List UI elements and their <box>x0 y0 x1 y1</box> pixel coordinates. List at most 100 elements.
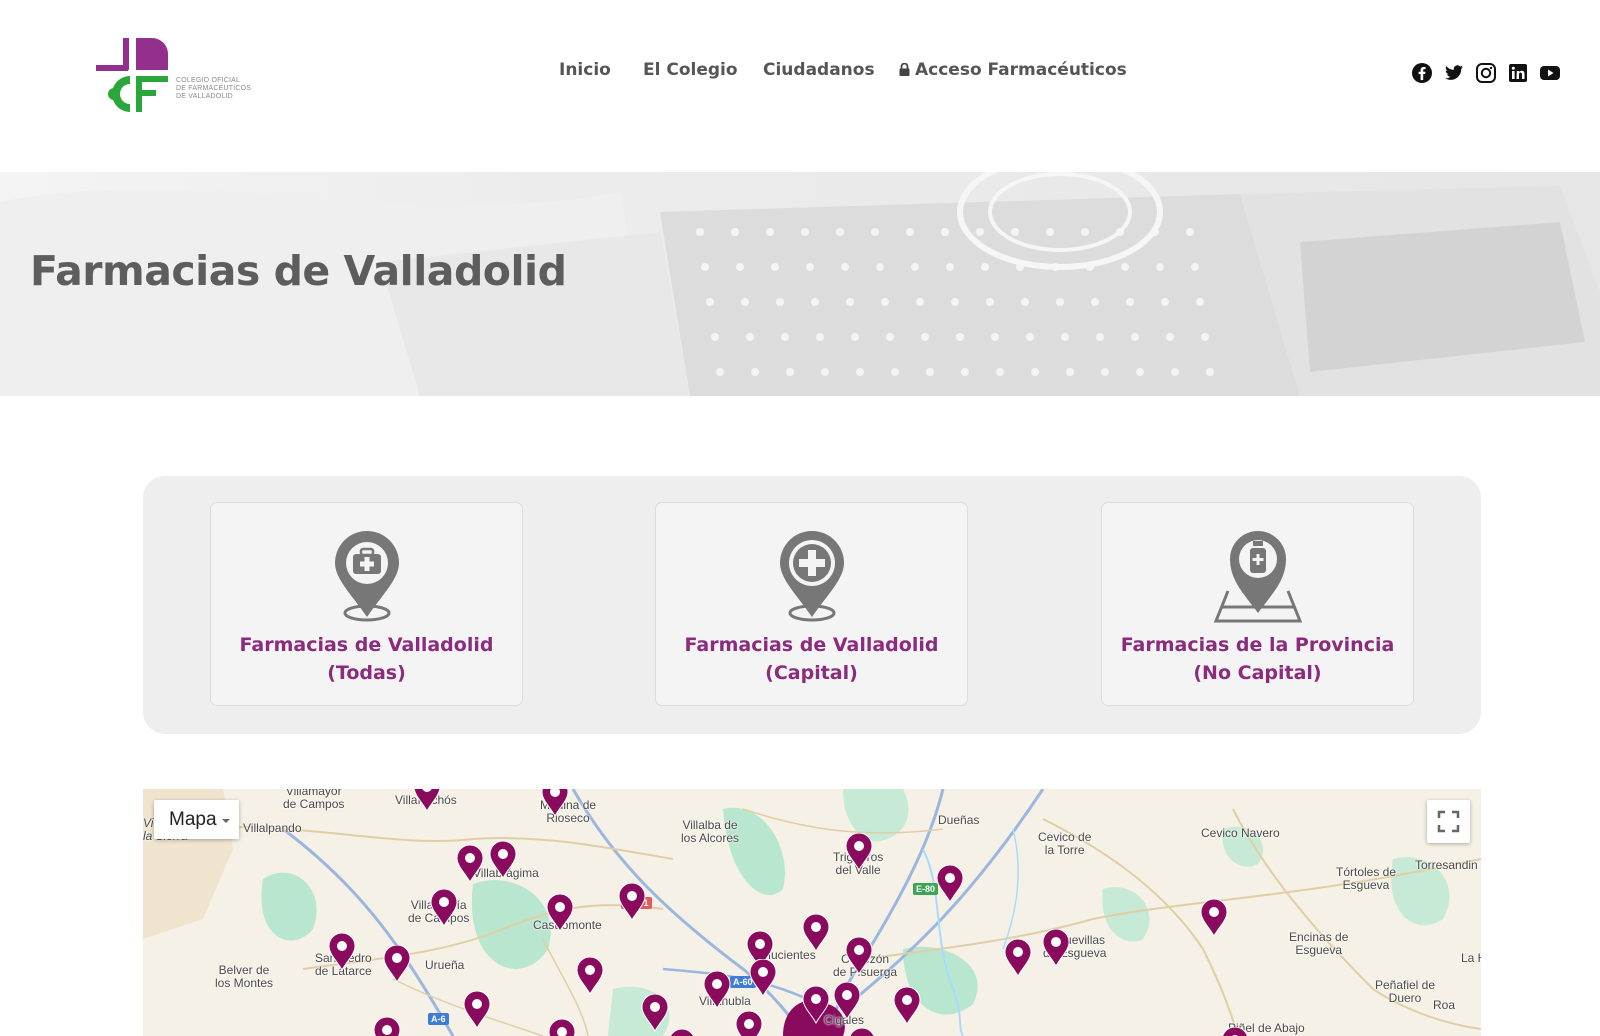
category-card-capital[interactable]: Farmacias de Valladolid (Capital) <box>655 502 968 706</box>
pharmacy-map-pin[interactable] <box>848 1027 876 1036</box>
pharmacy-map-pin[interactable] <box>833 981 861 1021</box>
pharmacy-map-pin[interactable] <box>893 986 921 1026</box>
map-pin-icon <box>833 981 861 1021</box>
pharmacy-map-pin[interactable] <box>641 993 669 1033</box>
pharmacy-map-pin[interactable] <box>328 932 356 972</box>
map-pin-icon <box>618 882 646 922</box>
pharmacy-map-pin[interactable] <box>668 1028 696 1036</box>
map-pin-icon <box>489 840 517 880</box>
pharmacy-map-pin[interactable] <box>735 1010 763 1036</box>
map-place: Dueñas <box>938 813 980 827</box>
nav-inicio[interactable]: Inicio <box>559 60 611 80</box>
map-pin-icon <box>546 893 574 933</box>
youtube-icon[interactable] <box>1539 62 1561 84</box>
map-pin-icon <box>845 832 873 872</box>
pharmacy-map-pin[interactable] <box>936 864 964 904</box>
fullscreen-button[interactable] <box>1427 800 1470 843</box>
pharmacy-map-pin[interactable] <box>618 882 646 922</box>
category-panel: Farmacias de Valladolid (Todas) Farmacia… <box>143 476 1481 734</box>
map-pin-icon <box>541 789 569 818</box>
category-card-todas-line2: (Todas) <box>327 662 406 684</box>
map-pin-icon <box>669 1028 695 1036</box>
map-pin-icon <box>373 1016 401 1036</box>
map-place: Cevico Navero <box>1201 826 1280 840</box>
pharmacy-map-pin[interactable] <box>489 840 517 880</box>
map-pin-icon <box>548 1018 576 1036</box>
map-pin-icon <box>1004 938 1032 978</box>
map-pin-icon <box>735 1010 763 1036</box>
map-place: Tórtoles de Esgueva <box>1336 865 1397 892</box>
category-card-todas[interactable]: Farmacias de Valladolid (Todas) <box>210 502 523 706</box>
map-pin-icon <box>849 1027 875 1036</box>
map-place: Encinas de Esgueva <box>1289 930 1349 957</box>
map-place: Roa <box>1433 998 1456 1012</box>
map-place: Belver de los Montes <box>215 963 274 990</box>
linkedin-icon[interactable] <box>1507 62 1529 84</box>
pharmacy-map-pin[interactable] <box>845 832 873 872</box>
pharmacy-map-pin[interactable] <box>802 913 830 953</box>
medical-cross-pin-icon <box>779 531 844 622</box>
nav-acceso-label: Acceso Farmacéuticos <box>915 60 1127 80</box>
category-card-provincia[interactable]: Farmacias de la Provincia (No Capital) <box>1101 502 1414 706</box>
pharmacy-map-pin[interactable] <box>1221 1026 1249 1036</box>
pharmacy-kit-pin-icon <box>334 531 399 622</box>
instagram-icon[interactable] <box>1475 62 1497 84</box>
twitter-icon[interactable] <box>1443 62 1465 84</box>
pharmacy-map-pin[interactable] <box>456 844 484 884</box>
site-header: COLEGIO OFICIAL DE FARMACÉUTICOS DE VALL… <box>0 0 1600 150</box>
pharmacy-map-pin[interactable] <box>749 958 777 998</box>
pharmacy-map-pin[interactable] <box>541 789 569 818</box>
map-type-label: Mapa <box>169 809 217 830</box>
map-place: Villamayor de Campos <box>283 789 345 811</box>
facebook-icon[interactable] <box>1411 62 1433 84</box>
pharmacy-map-pin[interactable] <box>845 936 873 976</box>
category-card-todas-label: Farmacias de Valladolid (Todas) <box>211 631 522 687</box>
pharmacy-map-pin[interactable] <box>383 944 411 984</box>
map-place: Villalba de los Alcores <box>681 818 740 845</box>
map-pin-icon <box>802 913 830 953</box>
map-pin-icon <box>893 986 921 1026</box>
pharmacy-map-pin[interactable] <box>1042 928 1070 968</box>
pharmacy-map-pin[interactable] <box>430 888 458 928</box>
category-card-capital-line1: Farmacias de Valladolid <box>684 634 939 656</box>
map-pin-icon <box>328 932 356 972</box>
category-card-provincia-line2: (No Capital) <box>1193 662 1322 684</box>
main-nav: Inicio El Colegio Ciudadanos Acceso Farm… <box>0 60 1600 90</box>
pharmacy-map-pin[interactable] <box>576 956 604 996</box>
category-card-provincia-line1: Farmacias de la Provincia <box>1120 634 1395 656</box>
map-pin-icon <box>641 993 669 1033</box>
map-place: Urueña <box>425 958 465 972</box>
pharmacy-map-pin[interactable] <box>463 990 491 1030</box>
pharmacy-map-pin[interactable] <box>1004 938 1032 978</box>
pharmacy-map-pin[interactable] <box>413 789 441 813</box>
pharmacy-map-pin[interactable] <box>802 985 830 1025</box>
map-place: Villalpando <box>243 821 302 835</box>
pharmacy-map-pin[interactable] <box>548 1018 576 1036</box>
map-type-dropdown[interactable]: Mapa <box>154 800 239 839</box>
pharmacy-map-pin[interactable] <box>546 893 574 933</box>
map-pin-icon <box>456 844 484 884</box>
nav-ciudadanos[interactable]: Ciudadanos <box>763 60 875 80</box>
map-pin-icon <box>383 944 411 984</box>
map-pin-icon <box>576 956 604 996</box>
nav-el-colegio[interactable]: El Colegio <box>643 60 738 80</box>
hero-banner: Farmacias de Valladolid <box>0 172 1600 396</box>
map-place: La H <box>1461 951 1481 965</box>
pharmacy-map-pin[interactable] <box>1200 898 1228 938</box>
map-pin-icon <box>413 789 441 813</box>
map-place: Torresandin <box>1415 858 1478 872</box>
nav-acceso-farmaceuticos[interactable]: Acceso Farmacéuticos <box>899 60 1127 80</box>
map-pin-icon <box>749 958 777 998</box>
chevron-down-icon <box>222 819 230 823</box>
pharmacy-map-pin[interactable] <box>373 1016 401 1036</box>
map-pin-icon <box>463 990 491 1030</box>
pharmacy-map-pin[interactable] <box>703 970 731 1010</box>
map-pin-icon <box>1042 928 1070 968</box>
map-pin-icon <box>1222 1026 1248 1036</box>
map-pin-icon <box>430 888 458 928</box>
category-card-capital-label: Farmacias de Valladolid (Capital) <box>656 631 967 687</box>
lock-icon <box>899 63 910 76</box>
map-pin-icon <box>936 864 964 904</box>
pharmacy-map[interactable]: N-601 E-80 A-60 A-6 Villalpando Villafre… <box>143 789 1481 1036</box>
road-badge-e80: E-80 <box>913 883 939 895</box>
